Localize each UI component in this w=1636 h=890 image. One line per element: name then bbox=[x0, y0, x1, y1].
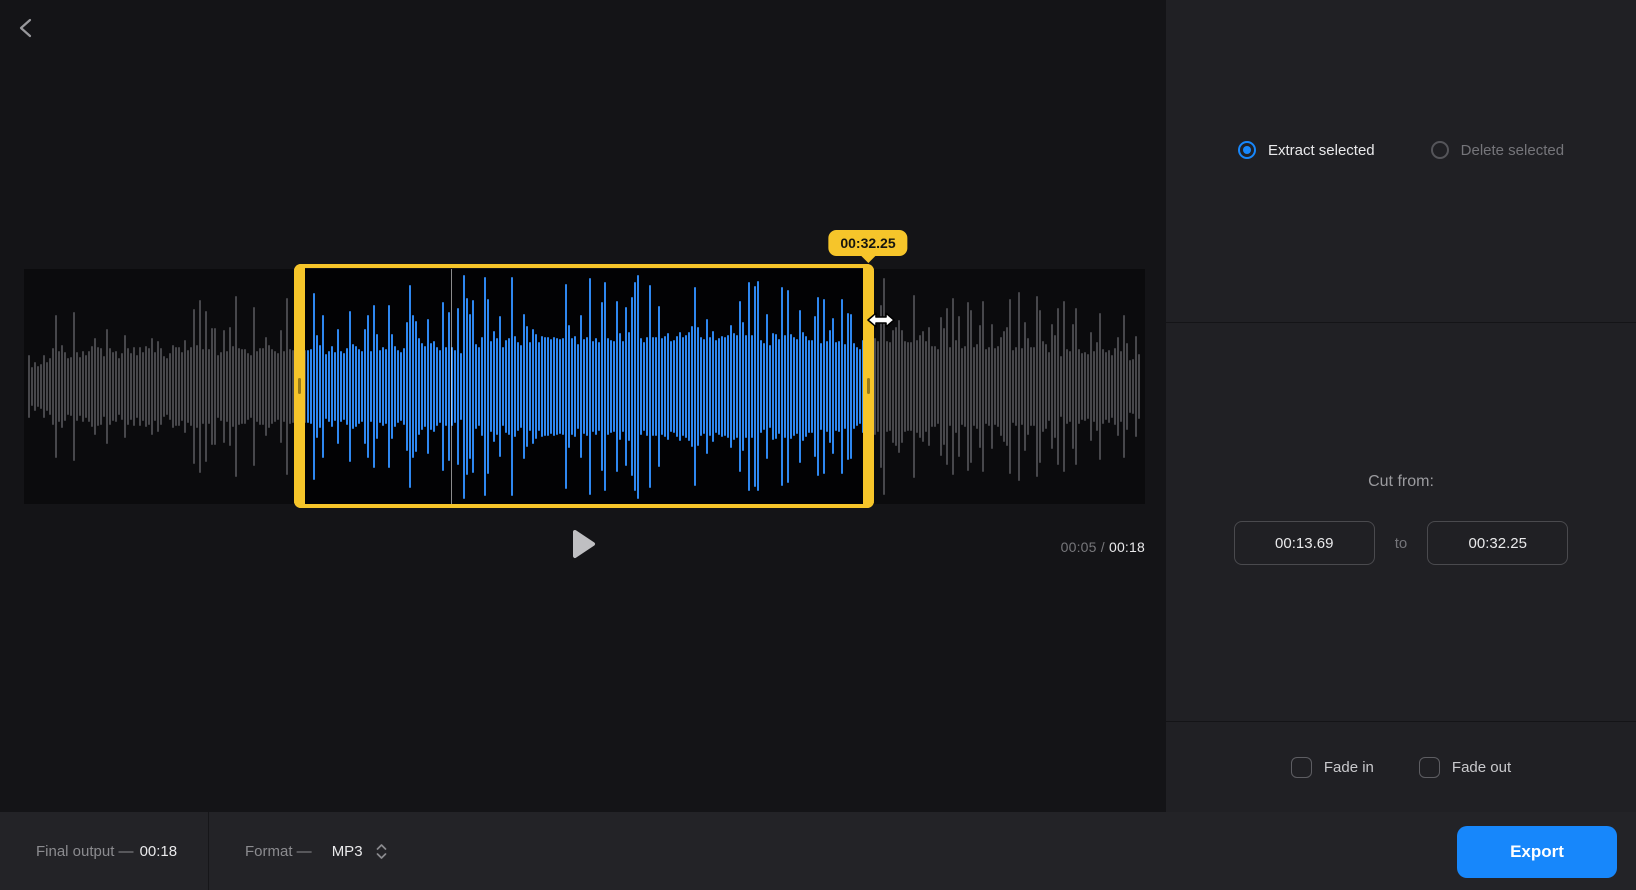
time-total: 00:18 bbox=[1109, 539, 1145, 555]
cut-end-input[interactable] bbox=[1427, 521, 1568, 565]
footer-divider bbox=[208, 812, 209, 890]
handle-grip bbox=[298, 378, 301, 394]
final-output: Final output — 00:18 bbox=[36, 812, 177, 890]
mode-row: Extract selected Delete selected bbox=[1166, 141, 1636, 159]
radio-icon bbox=[1431, 141, 1449, 159]
fade-out-checkbox[interactable]: Fade out bbox=[1419, 757, 1511, 778]
checkbox-label: Fade in bbox=[1324, 759, 1374, 776]
back-chevron-icon bbox=[17, 17, 39, 39]
radio-label: Extract selected bbox=[1268, 142, 1375, 159]
cut-start-input[interactable] bbox=[1234, 521, 1375, 565]
checkbox-icon bbox=[1419, 757, 1440, 778]
bottom-bar: Final output — 00:18 Format — MP3 Export bbox=[0, 812, 1636, 890]
radio-icon bbox=[1238, 141, 1256, 159]
format-label: Format — bbox=[245, 843, 312, 860]
format-stepper-icon[interactable] bbox=[375, 843, 388, 860]
handle-grip bbox=[867, 378, 870, 394]
fade-row: Fade in Fade out bbox=[1166, 723, 1636, 812]
cut-from-title: Cut from: bbox=[1166, 473, 1636, 491]
selection-left-handle[interactable] bbox=[294, 264, 305, 508]
radio-label: Delete selected bbox=[1461, 142, 1564, 159]
fade-in-checkbox[interactable]: Fade in bbox=[1291, 757, 1374, 778]
extract-selected-radio[interactable]: Extract selected bbox=[1238, 141, 1375, 159]
export-button[interactable]: Export bbox=[1457, 826, 1617, 878]
final-output-label: Final output — bbox=[36, 843, 134, 860]
cut-to-word: to bbox=[1395, 535, 1408, 552]
checkbox-label: Fade out bbox=[1452, 759, 1511, 776]
checkbox-icon bbox=[1291, 757, 1312, 778]
settings-panel: Extract selected Delete selected Cut fro… bbox=[1166, 0, 1636, 812]
mode-section bbox=[1166, 0, 1636, 323]
selection-right-handle[interactable] bbox=[863, 264, 874, 508]
play-button[interactable] bbox=[562, 522, 606, 566]
selection-time-tooltip: 00:32.25 bbox=[828, 230, 907, 256]
delete-selected-radio[interactable]: Delete selected bbox=[1431, 141, 1564, 159]
cut-row: to bbox=[1166, 521, 1636, 565]
time-separator: / bbox=[1101, 539, 1109, 555]
format-value: MP3 bbox=[332, 843, 363, 860]
format-selector[interactable]: Format — MP3 bbox=[245, 812, 388, 890]
back-button[interactable] bbox=[10, 10, 46, 46]
time-current: 00:05 bbox=[1061, 539, 1097, 555]
play-icon bbox=[572, 529, 596, 559]
time-display: 00:05 / 00:18 bbox=[1061, 539, 1145, 555]
final-output-value: 00:18 bbox=[140, 843, 178, 860]
selection-frame[interactable] bbox=[294, 264, 874, 508]
audio-cutter-app: 00:32.25 00:05 / 00:18 Extract selected … bbox=[0, 0, 1636, 890]
